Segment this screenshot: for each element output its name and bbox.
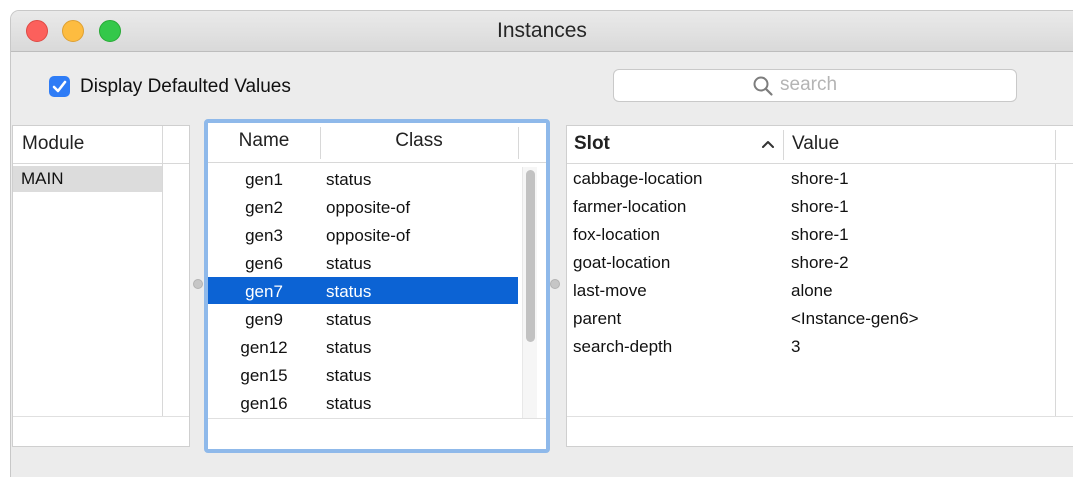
slot-name: parent <box>573 309 622 328</box>
instances-window: Instances Display Defaulted Values Modul… <box>10 10 1073 477</box>
search-input[interactable] <box>780 74 1000 96</box>
instances-scrollbar[interactable] <box>522 167 537 419</box>
slot-name: fox-location <box>573 225 660 244</box>
slot-value: shore-1 <box>791 169 849 188</box>
instance-class: status <box>326 254 372 273</box>
instance-class: opposite-of <box>326 226 411 245</box>
magnifier-icon <box>753 76 773 96</box>
column-divider <box>1055 130 1056 160</box>
class-header-label: Class <box>395 130 443 151</box>
display-defaulted-checkbox[interactable] <box>49 76 70 97</box>
instance-class: status <box>326 394 372 413</box>
instance-class: status <box>326 338 372 357</box>
value-header-label: Value <box>792 133 840 154</box>
class-column-header[interactable]: Class <box>320 123 518 163</box>
instance-class: status <box>326 170 372 189</box>
instances-footer <box>208 418 546 449</box>
search-field[interactable] <box>613 69 1017 102</box>
module-header-filler <box>163 126 189 164</box>
slot-header-label: Slot <box>574 133 610 154</box>
slots-panel: Slot Value cabbage-location shore-1 farm… <box>566 125 1073 447</box>
module-item-main[interactable]: MAIN <box>21 168 64 190</box>
module-panel: Module MAIN <box>12 125 190 447</box>
instance-class: opposite-of <box>326 198 411 217</box>
module-header-label: Module <box>22 133 85 154</box>
chevron-up-icon[interactable] <box>760 134 776 154</box>
column-divider <box>518 127 519 159</box>
value-column-header[interactable]: Value <box>783 126 1053 164</box>
instance-name: gen3 <box>245 226 283 245</box>
name-column-header[interactable]: Name <box>208 123 320 163</box>
instance-class: status <box>326 366 372 385</box>
splitter-handle-right[interactable] <box>550 279 560 289</box>
instance-class: status <box>326 282 372 301</box>
module-column-header[interactable]: Module <box>13 126 163 164</box>
slot-name: last-move <box>573 281 647 300</box>
slot-value: shore-2 <box>791 253 849 272</box>
instance-name: gen7 <box>245 282 283 301</box>
title-bar[interactable]: Instances <box>11 11 1073 52</box>
slot-name: search-depth <box>573 337 673 356</box>
slot-value: 3 <box>791 337 801 356</box>
column-divider <box>162 164 163 418</box>
slot-name: goat-location <box>573 253 671 272</box>
display-defaulted-label[interactable]: Display Defaulted Values <box>80 76 291 98</box>
instance-name: gen15 <box>240 366 288 385</box>
name-header-label: Name <box>238 130 290 151</box>
instance-name: gen6 <box>245 254 283 273</box>
slot-name: cabbage-location <box>573 169 703 188</box>
instance-class: status <box>326 310 372 329</box>
checkmark-icon <box>52 80 67 93</box>
instances-panel: Name Class gen1 status gen2 opposite-of … <box>204 119 550 453</box>
slot-value: alone <box>791 281 833 300</box>
module-footer <box>13 416 189 446</box>
slot-value: shore-1 <box>791 197 849 216</box>
scroll-thumb[interactable] <box>526 170 535 342</box>
slot-value: <Instance-gen6> <box>791 309 919 328</box>
column-divider <box>162 126 163 164</box>
instance-name: gen9 <box>245 310 283 329</box>
column-divider <box>1055 164 1056 418</box>
instance-name: gen1 <box>245 170 283 189</box>
slot-name: farmer-location <box>573 197 687 216</box>
splitter-handle-left[interactable] <box>193 279 203 289</box>
instance-name: gen16 <box>240 394 288 413</box>
instance-name: gen2 <box>245 198 283 217</box>
window-title: Instances <box>497 19 587 42</box>
slots-footer <box>567 416 1073 446</box>
instance-name: gen12 <box>240 338 288 357</box>
slot-column-header[interactable]: Slot <box>567 126 783 164</box>
slot-value: shore-1 <box>791 225 849 244</box>
